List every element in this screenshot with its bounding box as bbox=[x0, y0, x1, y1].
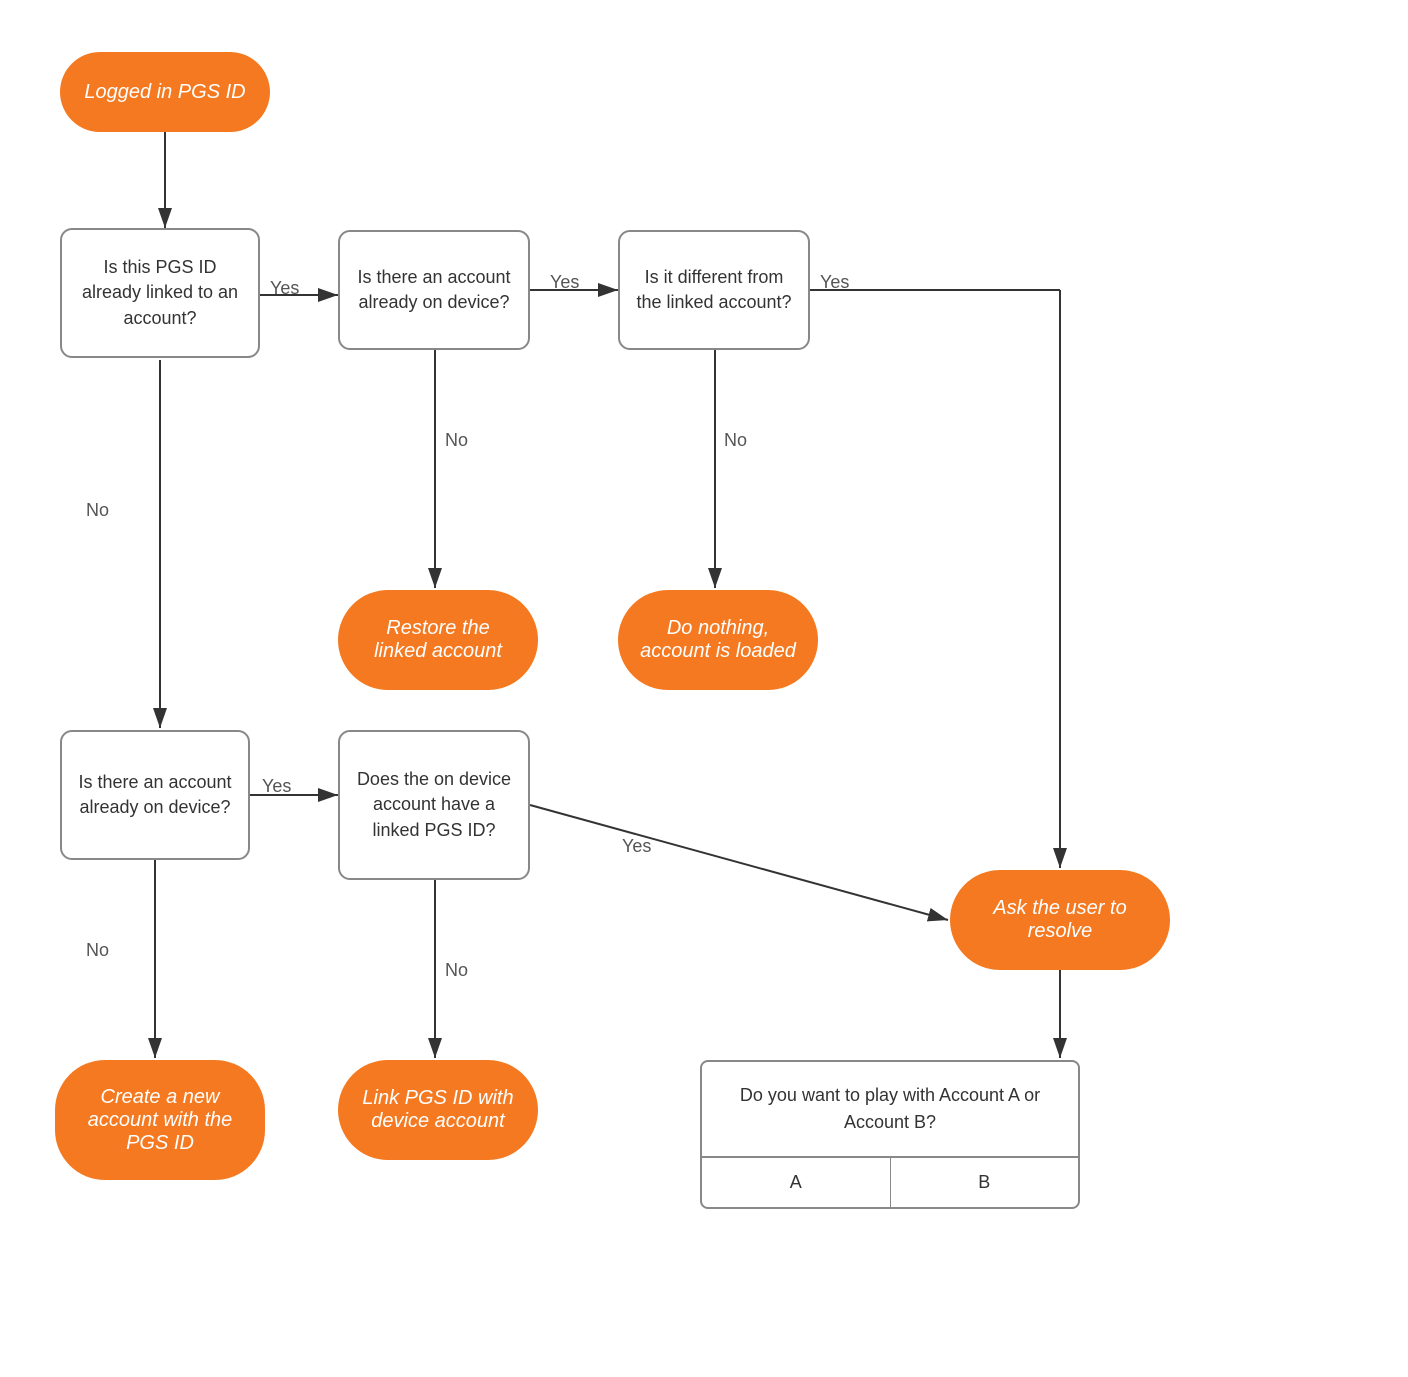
link-pgs-node: Link PGS ID with device account bbox=[338, 1060, 538, 1160]
dialog-text: Do you want to play with Account A or Ac… bbox=[702, 1062, 1078, 1156]
label-yes3: Yes bbox=[820, 272, 849, 293]
dialog-box: Do you want to play with Account A or Ac… bbox=[700, 1060, 1080, 1209]
label-no4: No bbox=[86, 940, 109, 961]
label-no3: No bbox=[724, 430, 747, 451]
q1-node: Is this PGS ID already linked to an acco… bbox=[60, 228, 260, 358]
ask-resolve-node: Ask the user to resolve bbox=[950, 870, 1170, 970]
label-no1: No bbox=[86, 500, 109, 521]
q4-node: Is there an account already on device? bbox=[60, 730, 250, 860]
label-no2: No bbox=[445, 430, 468, 451]
flowchart-diagram: Yes Yes Yes No No No Yes Yes No No Logge… bbox=[0, 0, 1408, 1377]
logged-in-node: Logged in PGS ID bbox=[60, 52, 270, 132]
do-nothing-node: Do nothing, account is loaded bbox=[618, 590, 818, 690]
dialog-btn-b[interactable]: B bbox=[891, 1158, 1079, 1207]
q3-node: Is it different from the linked account? bbox=[618, 230, 810, 350]
label-yes5: Yes bbox=[622, 836, 651, 857]
dialog-btn-a[interactable]: A bbox=[702, 1158, 891, 1207]
q5-node: Does the on device account have a linked… bbox=[338, 730, 530, 880]
create-account-node: Create a new account with the PGS ID bbox=[55, 1060, 265, 1180]
label-yes1: Yes bbox=[270, 278, 299, 299]
label-no5: No bbox=[445, 960, 468, 981]
dialog-buttons: A B bbox=[702, 1156, 1078, 1207]
restore-node: Restore the linked account bbox=[338, 590, 538, 690]
label-yes4: Yes bbox=[262, 776, 291, 797]
q2-node: Is there an account already on device? bbox=[338, 230, 530, 350]
label-yes2: Yes bbox=[550, 272, 579, 293]
